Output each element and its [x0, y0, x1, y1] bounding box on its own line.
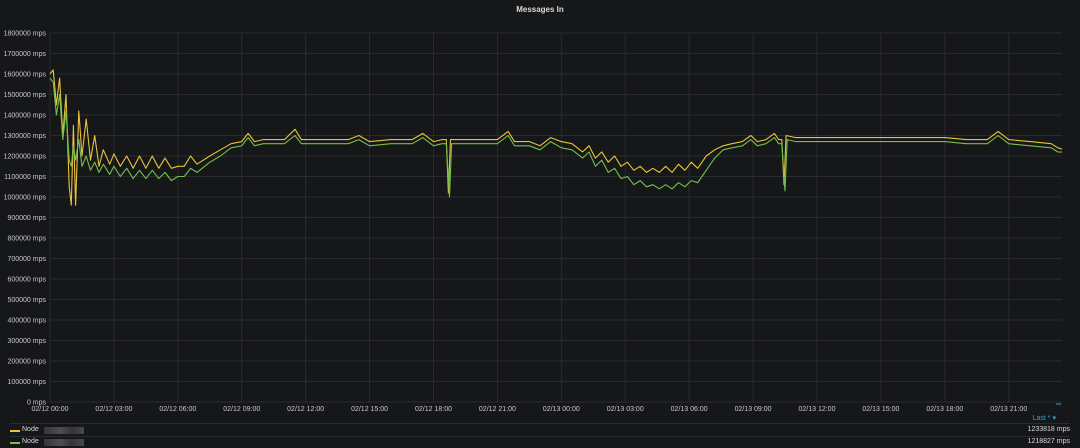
- x-tick-label: 02/13 15:00: [862, 406, 899, 413]
- y-tick-label: 1600000 mps: [4, 72, 47, 79]
- y-tick-label: 1100000 mps: [4, 174, 46, 181]
- y-tick-label: 1400000 mps: [4, 113, 47, 120]
- y-tick-label: 1300000 mps: [4, 133, 47, 140]
- legend-sort-header[interactable]: Last * ▾: [1033, 414, 1056, 422]
- x-tick-label: 02/12 06:00: [159, 406, 196, 413]
- legend-series-last-value: 1218827 mps: [1027, 438, 1070, 445]
- y-tick-label: 900000 mps: [7, 215, 46, 222]
- x-tick-label: 02/12 18:00: [415, 406, 452, 413]
- series-color-swatch[interactable]: [10, 430, 20, 432]
- y-tick-label: 300000 mps: [7, 338, 46, 345]
- x-tick-label: 02/12 21:00: [479, 406, 516, 413]
- y-tick-label: 1700000 mps: [4, 51, 47, 58]
- y-tick-label: 200000 mps: [7, 359, 46, 366]
- legend-header-label: Last *: [1032, 415, 1051, 422]
- legend-series-name: Node: [22, 426, 39, 433]
- x-tick-label: 02/12 12:00: [287, 406, 324, 413]
- x-tick-label: 02/12 00:00: [32, 406, 69, 413]
- redacted-node-name: [44, 427, 84, 434]
- y-tick-label: 400000 mps: [7, 318, 46, 325]
- x-tick-label: 02/13 12:00: [798, 406, 835, 413]
- x-tick-label: 02/12 09:00: [223, 406, 260, 413]
- legend-series-last-value: 1233818 mps: [1027, 426, 1070, 433]
- y-tick-label: 700000 mps: [7, 256, 46, 263]
- chevron-down-icon: ▾: [1052, 415, 1056, 422]
- x-tick-label: 02/12 15:00: [351, 406, 388, 413]
- y-tick-label: 800000 mps: [7, 236, 46, 243]
- y-tick-label: 100000 mps: [7, 379, 46, 386]
- legend: Last * ▾ Node 1233818 mps Node 1218827 m…: [0, 413, 1080, 448]
- legend-divider: [10, 436, 1070, 437]
- series-color-swatch[interactable]: [10, 442, 20, 444]
- x-tick-label: 02/13 03:00: [607, 406, 644, 413]
- x-tick-label: 02/13 21:00: [990, 406, 1027, 413]
- legend-item-series-2[interactable]: Node 1218827 mps: [10, 438, 1070, 448]
- x-tick-label: 02/12 03:00: [95, 406, 132, 413]
- x-tick-label: 02/13 18:00: [926, 406, 963, 413]
- y-tick-label: 1800000 mps: [4, 31, 47, 38]
- legend-item-series-1[interactable]: Node 1233818 mps: [10, 426, 1070, 436]
- legend-series-name: Node: [22, 438, 39, 445]
- y-tick-label: 1200000 mps: [4, 154, 47, 161]
- y-tick-label: 600000 mps: [7, 277, 46, 284]
- x-tick-label: 02/13 09:00: [735, 406, 772, 413]
- x-tick-label: 02/13 06:00: [671, 406, 708, 413]
- graph-panel: Messages In 0 mps 100000 mps 200000 mps 300…: [0, 0, 1080, 448]
- y-tick-label: 1500000 mps: [4, 92, 47, 99]
- y-tick-label: 500000 mps: [7, 297, 46, 304]
- legend-divider: [10, 423, 1070, 424]
- series-line-1: [49, 69, 1063, 206]
- x-tick-label: 02/13 00:00: [543, 406, 580, 413]
- line-chart: 0 mps100000 mps200000 mps300000 mps40000…: [4, 31, 1063, 413]
- y-tick-label: 1000000 mps: [4, 195, 47, 202]
- redacted-node-name: [44, 439, 84, 446]
